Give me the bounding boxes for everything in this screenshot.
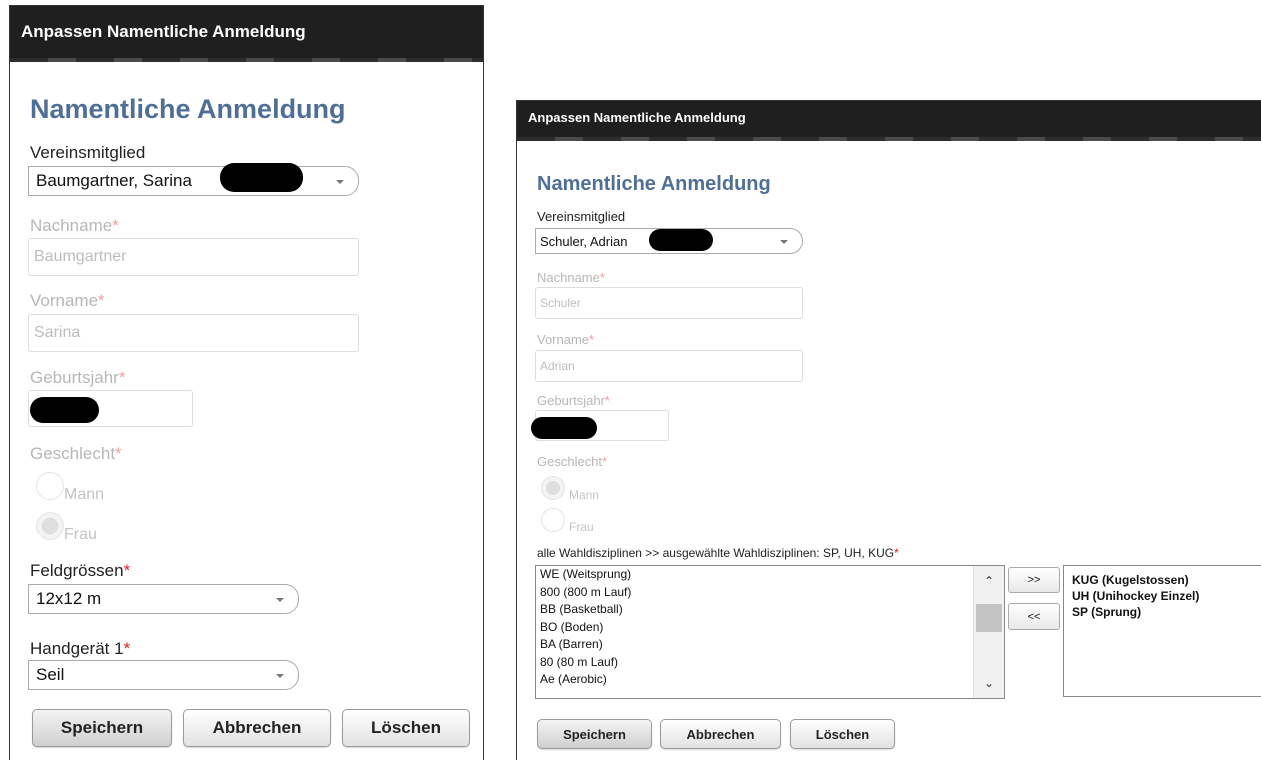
firstname-field[interactable]: Adrian bbox=[535, 350, 803, 382]
gender-radio-mann[interactable] bbox=[36, 472, 64, 500]
gender-radio-frau[interactable] bbox=[541, 508, 565, 532]
lastname-field[interactable]: Schuler bbox=[535, 287, 803, 319]
member-select-value: Baumgartner, Sarina bbox=[36, 171, 192, 190]
birthyear-label: Geburtsjahr* bbox=[537, 393, 610, 408]
selected-disciplines-list[interactable]: KUG (Kugelstossen) UH (Unihockey Einzel)… bbox=[1063, 565, 1261, 697]
list-item[interactable]: Ae (Aerobic) bbox=[536, 671, 1004, 689]
list-item[interactable]: BA (Barren) bbox=[536, 636, 1004, 654]
cancel-button[interactable]: Abbrechen bbox=[660, 719, 781, 749]
save-button[interactable]: Speichern bbox=[32, 709, 172, 747]
dialog-titlebar: Anpassen Namentliche Anmeldung bbox=[10, 6, 483, 62]
gender-label: Geschlecht* bbox=[30, 444, 122, 463]
lastname-label: Nachname* bbox=[30, 216, 119, 235]
list-scrollbar[interactable]: ⌃ ⌄ bbox=[973, 566, 1004, 698]
lastname-label: Nachname* bbox=[537, 270, 605, 285]
redaction-mark bbox=[30, 397, 99, 423]
available-disciplines-list[interactable]: WE (Weitsprung) 800 (800 m Lauf) BB (Bas… bbox=[535, 565, 1005, 699]
dialog-titlebar: Anpassen Namentliche Anmeldung bbox=[517, 101, 1261, 141]
chevron-down-icon bbox=[276, 674, 284, 678]
list-item[interactable]: UH (Unihockey Einzel) bbox=[1064, 588, 1261, 604]
dialog-title: Anpassen Namentliche Anmeldung bbox=[528, 110, 746, 125]
member-select-value: Schuler, Adrian bbox=[540, 233, 628, 249]
equipment-select[interactable]: Seil bbox=[28, 660, 299, 690]
member-label: Vereinsmitglied bbox=[537, 209, 626, 224]
form-heading: Namentliche Anmeldung bbox=[30, 94, 346, 124]
fieldsize-select[interactable]: 12x12 m bbox=[28, 584, 299, 614]
list-item[interactable]: BB (Basketball) bbox=[536, 601, 1004, 619]
chevron-down-icon bbox=[780, 240, 788, 244]
fieldsize-label: Feldgrössen* bbox=[30, 561, 131, 580]
dialog-title: Anpassen Namentliche Anmeldung bbox=[21, 22, 306, 41]
list-item[interactable]: 800 (800 m Lauf) bbox=[536, 584, 1004, 602]
firstname-field[interactable]: Sarina bbox=[28, 314, 359, 352]
left-dialog: Anpassen Namentliche Anmeldung Namentlic… bbox=[9, 5, 484, 760]
titlebar-stripe bbox=[10, 58, 483, 62]
redaction-mark bbox=[531, 417, 597, 439]
chevron-down-icon bbox=[336, 180, 344, 184]
lastname-field[interactable]: Baumgartner bbox=[28, 238, 359, 276]
add-discipline-button[interactable]: >> bbox=[1008, 567, 1060, 593]
gender-label: Geschlecht* bbox=[537, 454, 608, 469]
gender-option-label: Mann bbox=[569, 488, 600, 502]
save-button[interactable]: Speichern bbox=[537, 719, 652, 749]
birthyear-label: Geburtsjahr* bbox=[30, 368, 126, 387]
list-item[interactable]: 80 (80 m Lauf) bbox=[536, 654, 1004, 672]
disciplines-label: alle Wahldisziplinen >> ausgewählte Wahl… bbox=[537, 546, 899, 560]
chevron-up-icon[interactable]: ⌃ bbox=[974, 570, 1004, 592]
list-item[interactable]: BO (Boden) bbox=[536, 619, 1004, 637]
gender-option-label: Frau bbox=[64, 526, 97, 543]
equipment-label: Handgerät 1* bbox=[30, 639, 131, 658]
member-label: Vereinsmitglied bbox=[30, 143, 146, 162]
delete-button[interactable]: Löschen bbox=[790, 719, 895, 749]
chevron-down-icon[interactable]: ⌄ bbox=[974, 672, 1004, 694]
redaction-mark bbox=[649, 229, 713, 251]
list-item[interactable]: WE (Weitsprung) bbox=[536, 566, 1004, 584]
equipment-select-value: Seil bbox=[36, 665, 65, 684]
remove-discipline-button[interactable]: << bbox=[1008, 603, 1060, 630]
gender-radio-mann[interactable] bbox=[541, 476, 565, 500]
cancel-button[interactable]: Abbrechen bbox=[183, 709, 331, 747]
titlebar-stripe bbox=[517, 137, 1261, 141]
member-select[interactable]: Baumgartner, Sarina bbox=[28, 166, 359, 196]
firstname-label: Vorname* bbox=[30, 291, 105, 310]
list-item[interactable]: SP (Sprung) bbox=[1064, 604, 1261, 620]
firstname-label: Vorname* bbox=[537, 332, 595, 347]
gender-option-label: Mann bbox=[64, 486, 105, 503]
scrollbar-thumb[interactable] bbox=[976, 604, 1002, 632]
redaction-mark bbox=[220, 163, 303, 192]
form-heading: Namentliche Anmeldung bbox=[537, 173, 771, 195]
list-item[interactable]: KUG (Kugelstossen) bbox=[1064, 572, 1261, 588]
right-dialog: Anpassen Namentliche Anmeldung Namentlic… bbox=[516, 100, 1261, 760]
delete-button[interactable]: Löschen bbox=[342, 709, 470, 747]
chevron-down-icon bbox=[276, 598, 284, 602]
gender-radio-frau[interactable] bbox=[36, 512, 64, 540]
fieldsize-select-value: 12x12 m bbox=[36, 589, 102, 608]
gender-option-label: Frau bbox=[569, 520, 594, 534]
